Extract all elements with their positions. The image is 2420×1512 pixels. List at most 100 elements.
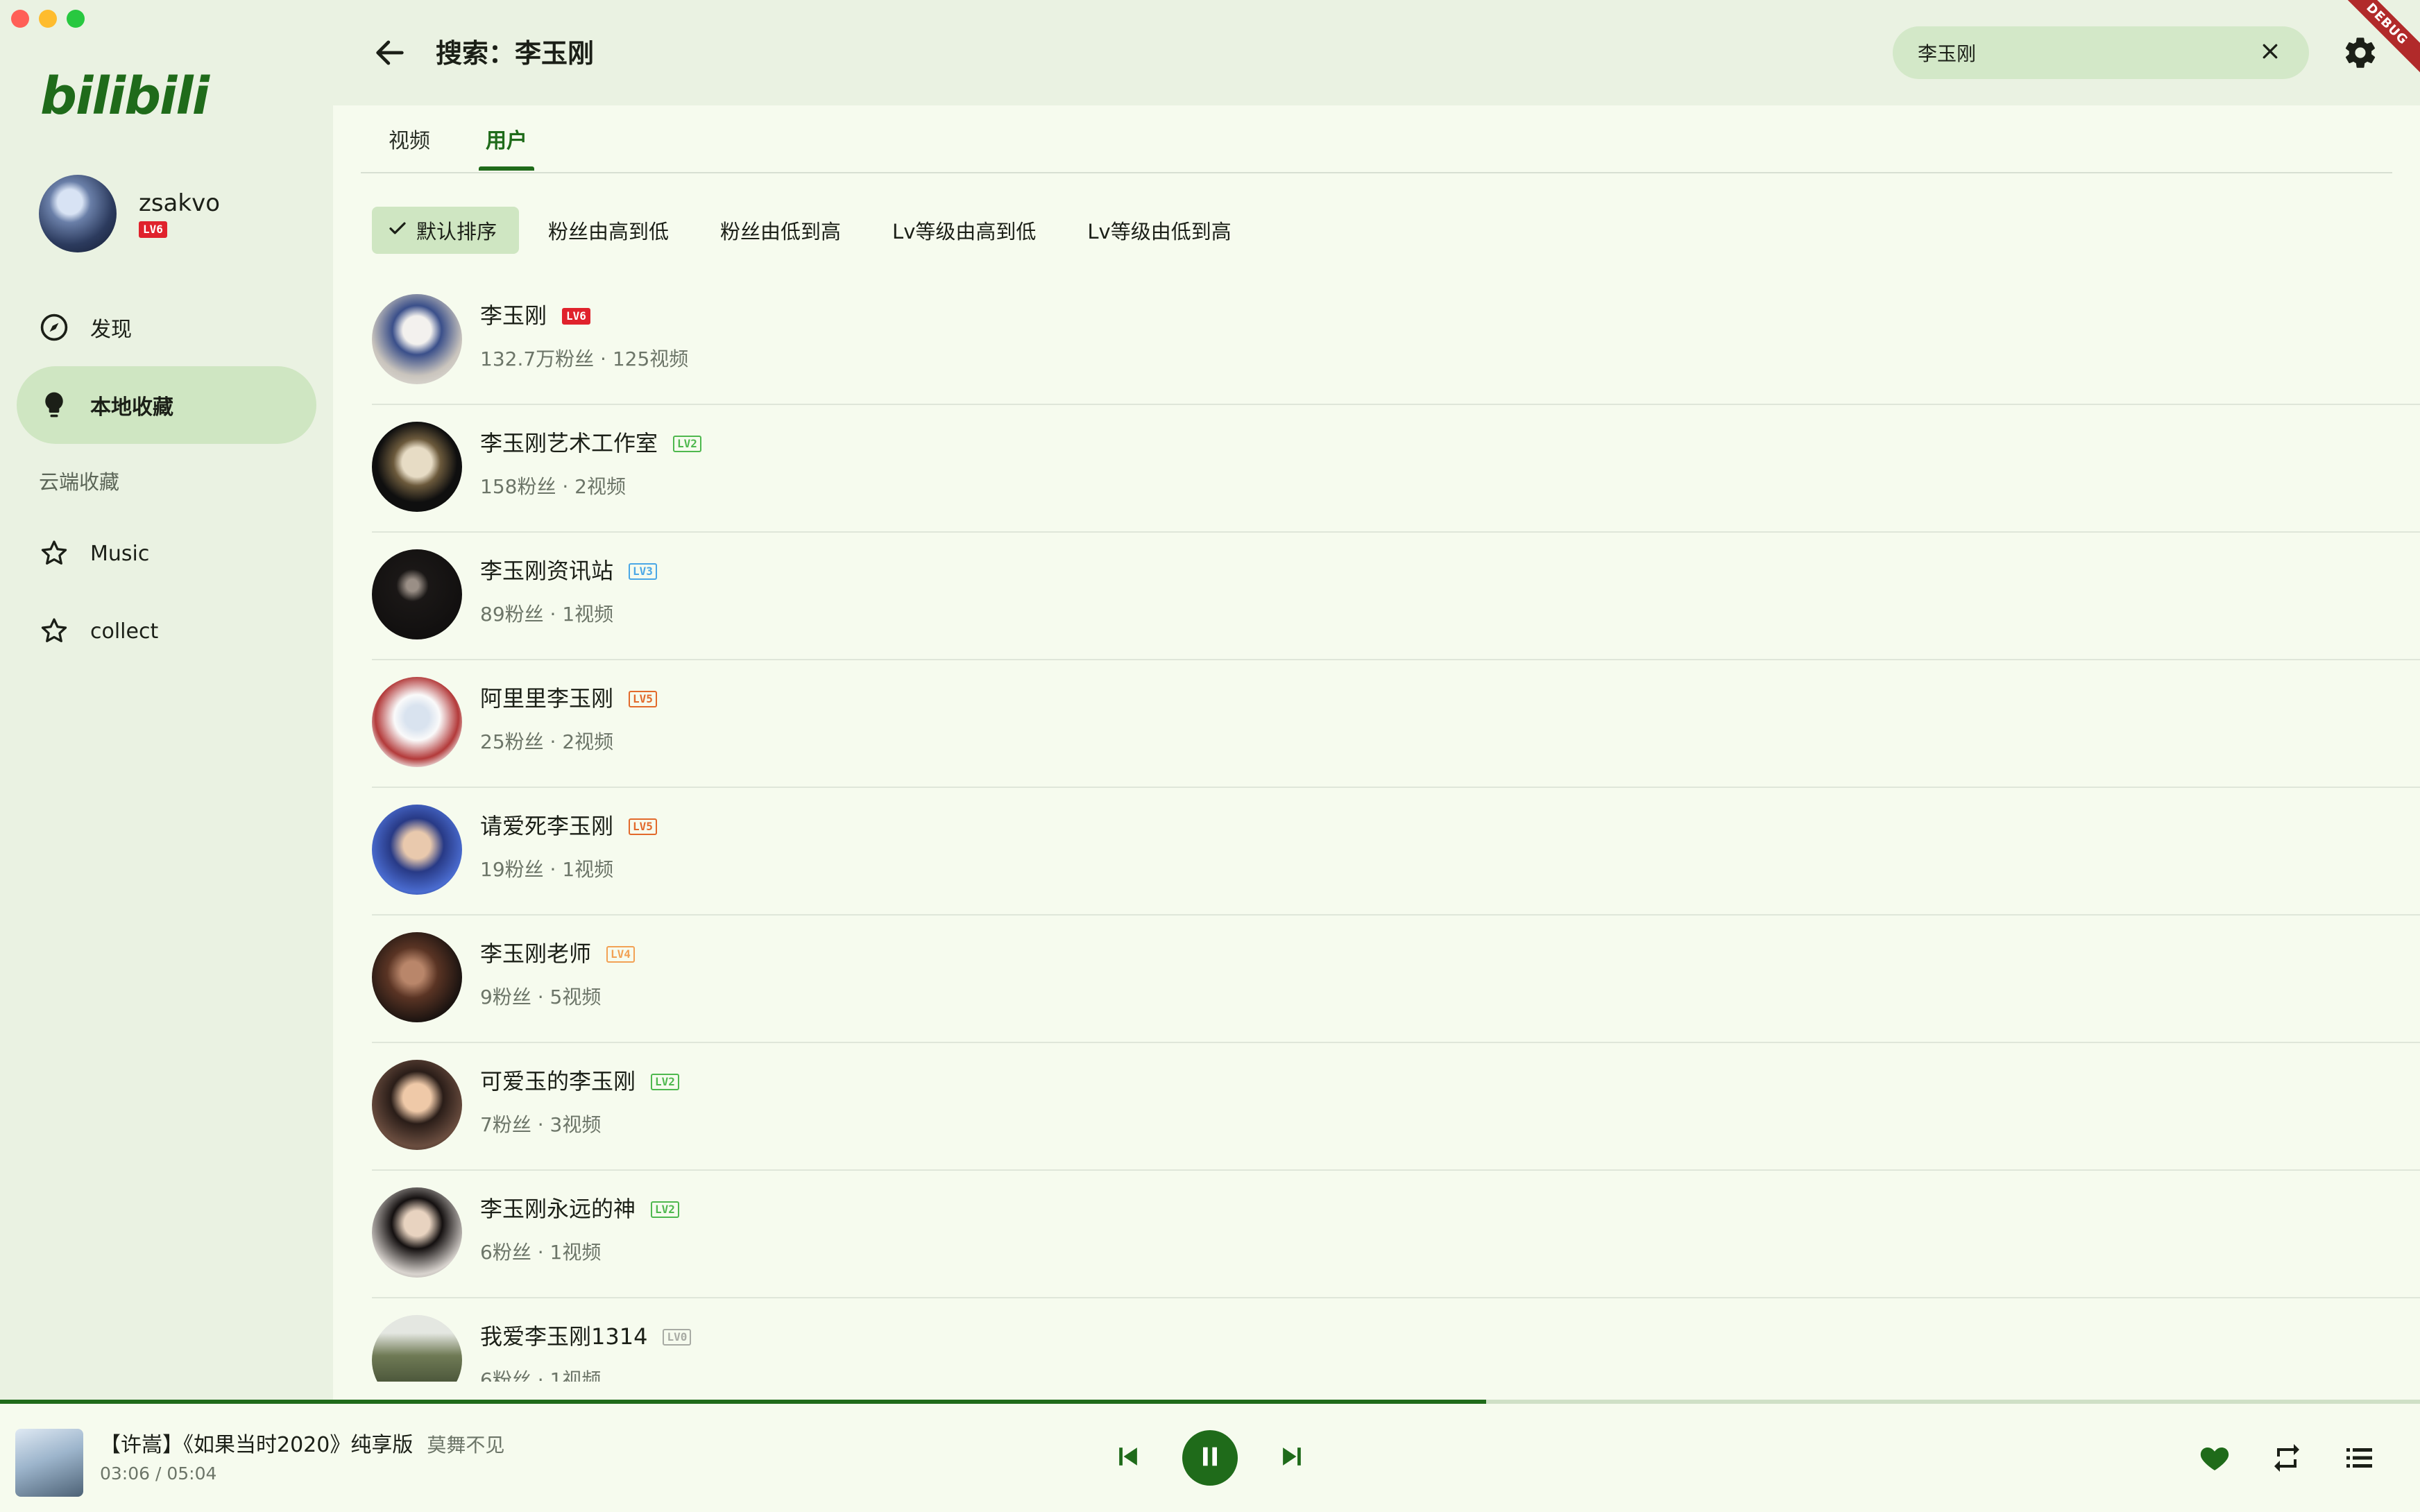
sidebar-item-local-favorites[interactable]: 本地收藏: [17, 366, 316, 444]
level-badge: LV2: [651, 1074, 679, 1090]
user-name: 阿里里李玉刚: [480, 685, 614, 712]
star-outline-icon: [39, 616, 69, 646]
repeat-button[interactable]: [2270, 1443, 2303, 1476]
user-stats: 19粉丝 · 1视频: [480, 858, 614, 881]
sort-chip-fans-desc[interactable]: 粉丝由高到低: [526, 207, 691, 254]
user-stats: 6粉丝 · 1视频: [480, 1368, 602, 1382]
previous-button[interactable]: [1113, 1443, 1143, 1473]
list-item[interactable]: 李玉刚资讯站 LV3 89粉丝 · 1视频: [372, 533, 2420, 660]
maximize-window-button[interactable]: [67, 10, 85, 28]
sidebar-item-discover[interactable]: 发现: [17, 289, 316, 366]
user-name: 李玉刚永远的神: [480, 1196, 636, 1222]
list-item[interactable]: 请爱死李玉刚 LV5 19粉丝 · 1视频: [372, 788, 2420, 916]
list-item[interactable]: 李玉刚永远的神 LV2 6粉丝 · 1视频: [372, 1171, 2420, 1298]
sidebar-item-label: collect: [90, 619, 159, 644]
song-artist: 莫舞不见: [427, 1434, 505, 1457]
main-content: 搜索：李玉刚 DEBUG 视频 用户: [333, 0, 2420, 1400]
next-button[interactable]: [1277, 1443, 1307, 1473]
chip-label: Lv等级由低到高: [1087, 220, 1232, 243]
tab-videos[interactable]: 视频: [382, 123, 437, 154]
close-window-button[interactable]: [11, 10, 29, 28]
level-badge: LV6: [562, 308, 590, 325]
avatar[interactable]: [372, 294, 462, 384]
back-button[interactable]: [372, 35, 408, 71]
arrow-left-icon: [372, 40, 408, 74]
check-icon: [387, 218, 408, 243]
lightbulb-icon: [39, 390, 69, 420]
list-item[interactable]: 李玉刚艺术工作室 LV2 158粉丝 · 2视频: [372, 405, 2420, 533]
list-item[interactable]: 可爱玉的李玉刚 LV2 7粉丝 · 3视频: [372, 1043, 2420, 1171]
skip-next-icon: [1277, 1441, 1307, 1475]
list-item[interactable]: 我爱李玉刚1314 LV0 6粉丝 · 1视频: [372, 1298, 2420, 1382]
minimize-window-button[interactable]: [39, 10, 57, 28]
user-stats: 6粉丝 · 1视频: [480, 1241, 602, 1264]
list-item[interactable]: 阿里里李玉刚 LV5 25粉丝 · 2视频: [372, 660, 2420, 788]
playback-time: 03:06 / 05:04: [100, 1463, 217, 1484]
search-input[interactable]: [1918, 41, 2256, 65]
level-badge: LV5: [629, 691, 657, 707]
avatar[interactable]: [372, 932, 462, 1022]
tab-users[interactable]: 用户: [479, 123, 534, 171]
sidebar-item-collect[interactable]: collect: [17, 592, 316, 670]
sidebar-item-label: 发现: [90, 318, 132, 342]
sort-chip-default[interactable]: 默认排序: [372, 207, 520, 254]
user-name: 可爱玉的李玉刚: [480, 1068, 636, 1094]
top-bar: 搜索：李玉刚 DEBUG: [333, 0, 2420, 105]
user-name: 李玉刚老师: [480, 940, 592, 967]
play-pause-button[interactable]: [1182, 1430, 1238, 1486]
playlist-button[interactable]: [2342, 1443, 2376, 1476]
song-cover[interactable]: [15, 1429, 83, 1497]
sort-chip-fans-asc[interactable]: 粉丝由低到高: [698, 207, 863, 254]
sidebar-item-label: Music: [90, 541, 150, 566]
like-button[interactable]: [2198, 1443, 2231, 1476]
avatar[interactable]: [372, 677, 462, 767]
repeat-icon: [2270, 1441, 2303, 1477]
playback-progress[interactable]: [0, 1400, 2420, 1404]
chip-label: 默认排序: [416, 220, 497, 243]
chip-label: 粉丝由高到低: [548, 220, 670, 243]
compass-icon: [39, 312, 69, 343]
avatar[interactable]: [372, 422, 462, 512]
user-profile[interactable]: zsakvo LV6: [39, 175, 220, 252]
user-stats: 25粉丝 · 2视频: [480, 730, 614, 753]
user-stats: 7粉丝 · 3视频: [480, 1113, 602, 1136]
user-level-badge: LV6: [139, 221, 167, 238]
level-badge: LV3: [629, 563, 657, 580]
user-stats: 89粉丝 · 1视频: [480, 603, 614, 626]
star-outline-icon: [39, 538, 69, 569]
avatar[interactable]: [372, 549, 462, 639]
cloud-favorites-label: 云端收藏: [39, 470, 120, 494]
progress-fill: [0, 1400, 1486, 1404]
pause-icon: [1196, 1443, 1224, 1473]
close-icon: [2260, 41, 2281, 65]
user-results-list: 李玉刚 LV6 132.7万粉丝 · 125视频 李玉刚艺术工作室 LV2 15…: [372, 277, 2420, 1382]
search-box[interactable]: [1893, 26, 2309, 79]
level-badge: LV4: [606, 946, 635, 963]
user-name: 我爱李玉刚1314: [480, 1323, 648, 1350]
sidebar-item-music[interactable]: Music: [17, 515, 316, 592]
user-stats: 9粉丝 · 5视频: [480, 986, 602, 1008]
user-name: 李玉刚艺术工作室: [480, 430, 658, 456]
heart-icon: [2198, 1441, 2231, 1477]
settings-button[interactable]: [2342, 35, 2378, 71]
sort-chip-level-desc[interactable]: Lv等级由高到低: [870, 207, 1058, 254]
user-name: 请爱死李玉刚: [480, 813, 614, 839]
queue-list-icon: [2342, 1441, 2376, 1477]
list-item[interactable]: 李玉刚老师 LV4 9粉丝 · 5视频: [372, 916, 2420, 1043]
user-stats: 158粉丝 · 2视频: [480, 475, 626, 498]
skip-previous-icon: [1113, 1441, 1143, 1475]
app-window: bilibili zsakvo LV6 发现 本地收藏 云端收藏 Music c…: [0, 0, 2420, 1512]
level-badge: LV0: [663, 1329, 692, 1346]
avatar[interactable]: [39, 175, 117, 252]
clear-search-button[interactable]: [2256, 39, 2284, 67]
avatar[interactable]: [372, 1187, 462, 1278]
user-name: 李玉刚资讯站: [480, 558, 614, 584]
list-item[interactable]: 李玉刚 LV6 132.7万粉丝 · 125视频: [372, 277, 2420, 405]
avatar[interactable]: [372, 1315, 462, 1382]
gear-icon: [2342, 37, 2378, 74]
avatar[interactable]: [372, 1060, 462, 1150]
now-playing-info: 【许嵩】《如果当时2020》纯享版 莫舞不见: [100, 1427, 504, 1458]
sort-chip-level-asc[interactable]: Lv等级由低到高: [1065, 207, 1253, 254]
avatar[interactable]: [372, 805, 462, 895]
player-bar: 【许嵩】《如果当时2020》纯享版 莫舞不见 03:06 / 05:04: [0, 1400, 2420, 1512]
